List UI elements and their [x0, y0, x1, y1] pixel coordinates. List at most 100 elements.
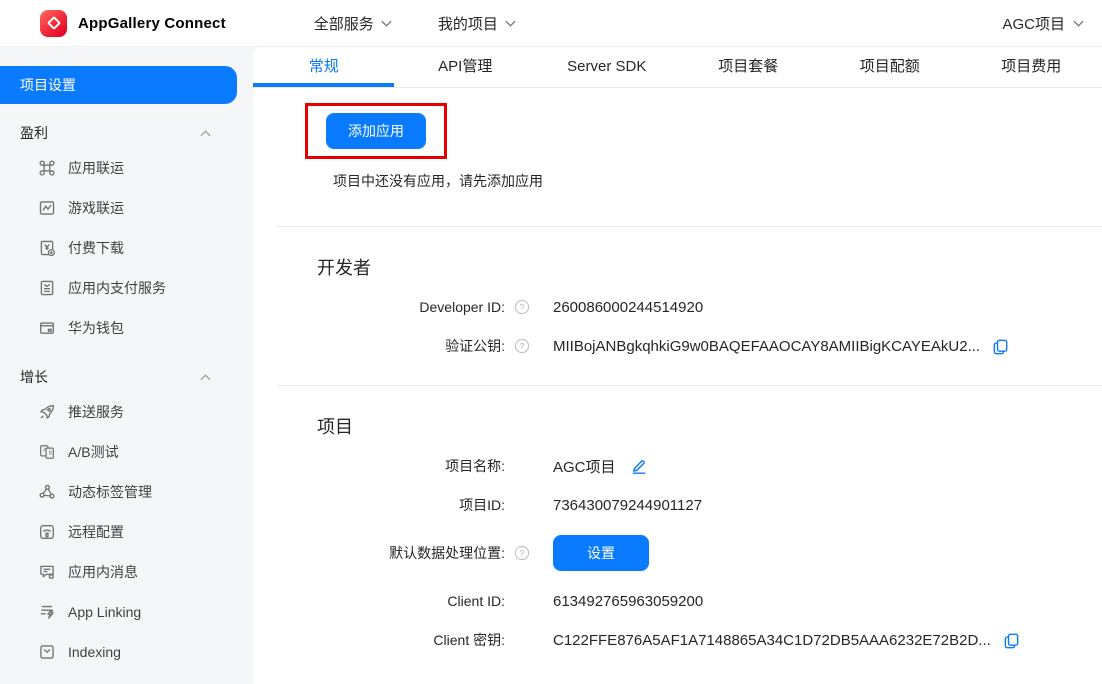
copy-icon[interactable] [1003, 632, 1020, 649]
default-data-location-button[interactable]: 设置 [553, 535, 649, 571]
chevron-down-icon [381, 20, 392, 27]
iam-icon [38, 563, 56, 581]
sidebar: 项目设置 盈利应用联运游戏联运付费下载应用内支付服务华为钱包增长推送服务 ABA/… [0, 47, 253, 684]
brand-name: AppGallery Connect [78, 15, 226, 32]
help-icon[interactable]: ? [514, 338, 530, 354]
edit-icon[interactable] [630, 457, 648, 475]
push-icon [38, 403, 56, 421]
sidebar-item-in-app-messaging[interactable]: 应用内消息 [0, 552, 253, 592]
project-name-label: 项目名称: [253, 456, 505, 476]
topnav-my-projects-label: 我的项目 [438, 13, 498, 34]
sidebar-item-app-joint-operations[interactable]: 应用联运 [0, 148, 253, 188]
brand: AppGallery Connect [40, 10, 226, 37]
sidebar-section-grow[interactable]: 增长 [0, 362, 253, 392]
tab-project-package[interactable]: 项目套餐 [678, 47, 820, 87]
sidebar-section-earning[interactable]: 盈利 [0, 118, 253, 148]
sidebar-item-app-linking[interactable]: App Linking [0, 592, 253, 632]
default-data-location-row: 默认数据处理位置:? 设置 [253, 535, 1102, 571]
sidebar-item-app-linking-label: App Linking [68, 604, 141, 620]
chevron-down-icon [1073, 20, 1084, 27]
sidebar-item-ab-testing[interactable]: ABA/B测试 [0, 432, 253, 472]
tab-api-management[interactable]: API管理 [395, 47, 537, 87]
chevron-up-icon [200, 130, 211, 137]
project-selector-label: AGC项目 [1002, 13, 1065, 34]
app-linking-icon [38, 603, 56, 621]
project-id-row: 项目ID:736430079244901127 [253, 493, 1102, 517]
sidebar-item-remote-configuration[interactable]: 远程配置 [0, 512, 253, 552]
active-tab-underline [253, 83, 394, 87]
topnav-my-projects[interactable]: 我的项目 [438, 13, 516, 34]
help-icon-slot [514, 632, 530, 648]
tab-project-fee[interactable]: 项目费用 [961, 47, 1102, 87]
red-highlight-box: 添加应用 [305, 103, 447, 159]
sidebar-item-project-settings[interactable]: 项目设置 [0, 66, 237, 104]
empty-project-area: 添加应用 项目中还没有应用，请先添加应用 [253, 88, 1102, 191]
client-id-label: Client ID: [253, 593, 505, 609]
sidebar-item-remote-configuration-label: 远程配置 [68, 522, 124, 542]
sidebar-item-push-service[interactable]: 推送服务 [0, 392, 253, 432]
game-union-icon [38, 199, 56, 217]
sidebar-item-app-joint-operations-label: 应用联运 [68, 158, 124, 178]
sidebar-item-push-service-label: 推送服务 [68, 402, 124, 422]
sidebar-item-huawei-wallet-label: 华为钱包 [68, 318, 124, 338]
svg-text:?: ? [520, 341, 525, 351]
developer-section: 开发者 Developer ID:? 260086000244514920 验证公钥… [253, 256, 1102, 358]
sidebar-item-game-joint-operations[interactable]: 游戏联运 [0, 188, 253, 228]
tab-bar: 常规API管理Server SDK项目套餐项目配额项目费用 [253, 47, 1102, 88]
topbar: AppGallery Connect 全部服务 我的项目 AGC项目 [0, 0, 1102, 47]
svg-text:B: B [49, 451, 53, 457]
sidebar-item-in-app-purchases[interactable]: 应用内支付服务 [0, 268, 253, 308]
sidebar-section-grow-title: 增长 [20, 367, 48, 387]
sidebar-item-huawei-wallet[interactable]: 华为钱包 [0, 308, 253, 348]
developer-id-value: 260086000244514920 [553, 299, 703, 316]
tab-server-sdk[interactable]: Server SDK [536, 47, 678, 87]
developer-id-label: Developer ID: [253, 299, 505, 315]
help-icon[interactable]: ? [514, 299, 530, 315]
developer-rows: Developer ID:? 260086000244514920 验证公钥:? MI… [253, 295, 1102, 358]
topnav-all-services-label: 全部服务 [314, 13, 374, 34]
chevron-down-icon [505, 20, 516, 27]
sidebar-item-in-app-purchases-label: 应用内支付服务 [68, 278, 166, 298]
sidebar-section-earning-title: 盈利 [20, 123, 48, 143]
tab-project-quota[interactable]: 项目配额 [819, 47, 961, 87]
tab-general[interactable]: 常规 [253, 47, 395, 87]
svg-text:?: ? [520, 302, 525, 312]
appgallery-connect-console: AppGallery Connect 全部服务 我的项目 AGC项目 项目设置 盈… [0, 0, 1102, 684]
help-icon-slot [514, 497, 530, 513]
topnav-all-services[interactable]: 全部服务 [314, 13, 392, 34]
iap-icon [38, 279, 56, 297]
section-divider [277, 226, 1102, 227]
help-icon-slot [514, 458, 530, 474]
appgallery-logo-icon [40, 10, 67, 37]
client-secret-row: Client 密钥: C122FFE876A5AF1A7148865A34C1D7… [253, 628, 1102, 652]
project-selector-dropdown[interactable]: AGC项目 [1002, 13, 1086, 34]
sidebar-item-in-app-messaging-label: 应用内消息 [68, 562, 138, 582]
verify-public-key-label: 验证公钥: [253, 336, 505, 356]
apps-union-icon [38, 159, 56, 177]
top-navigation: 全部服务 我的项目 [314, 13, 516, 34]
help-icon[interactable]: ? [514, 545, 530, 561]
sidebar-item-indexing[interactable]: Indexing [0, 632, 253, 672]
default-data-location-label: 默认数据处理位置: [253, 543, 505, 563]
sidebar-item-paid-download-label: 付费下载 [68, 238, 124, 258]
project-section: 项目 项目名称:AGC项目项目ID:736430079244901127默认数据… [253, 415, 1102, 652]
ab-test-icon: AB [38, 443, 56, 461]
remote-config-icon [38, 523, 56, 541]
main-content-card: 常规API管理Server SDK项目套餐项目配额项目费用 添加应用 项目中还没… [253, 47, 1102, 684]
client-secret-value: C122FFE876A5AF1A7148865A34C1D72DB5AAA623… [553, 632, 991, 649]
sidebar-item-dynamic-tag-manager-label: 动态标签管理 [68, 482, 152, 502]
sidebar-item-dynamic-tag-manager[interactable]: 动态标签管理 [0, 472, 253, 512]
developer-section-title: 开发者 [317, 256, 1102, 281]
chevron-up-icon [200, 374, 211, 381]
verify-public-key-value: MIIBojANBgkqhkiG9w0BAQEFAAOCAY8AMIIBigKC… [553, 338, 980, 355]
project-id-label: 项目ID: [253, 495, 505, 515]
section-divider [277, 385, 1102, 386]
body: 项目设置 盈利应用联运游戏联运付费下载应用内支付服务华为钱包增长推送服务 ABA/… [0, 47, 1102, 684]
client-secret-label: Client 密钥: [253, 630, 505, 650]
copy-icon[interactable] [992, 338, 1009, 355]
verify-public-key-row: 验证公钥:? MIIBojANBgkqhkiG9w0BAQEFAAOCAY8AMI… [253, 334, 1102, 358]
client-id-row: Client ID:613492765963059200 [253, 589, 1102, 613]
sidebar-item-paid-download[interactable]: 付费下载 [0, 228, 253, 268]
paid-download-icon [38, 239, 56, 257]
add-app-button[interactable]: 添加应用 [326, 113, 426, 149]
